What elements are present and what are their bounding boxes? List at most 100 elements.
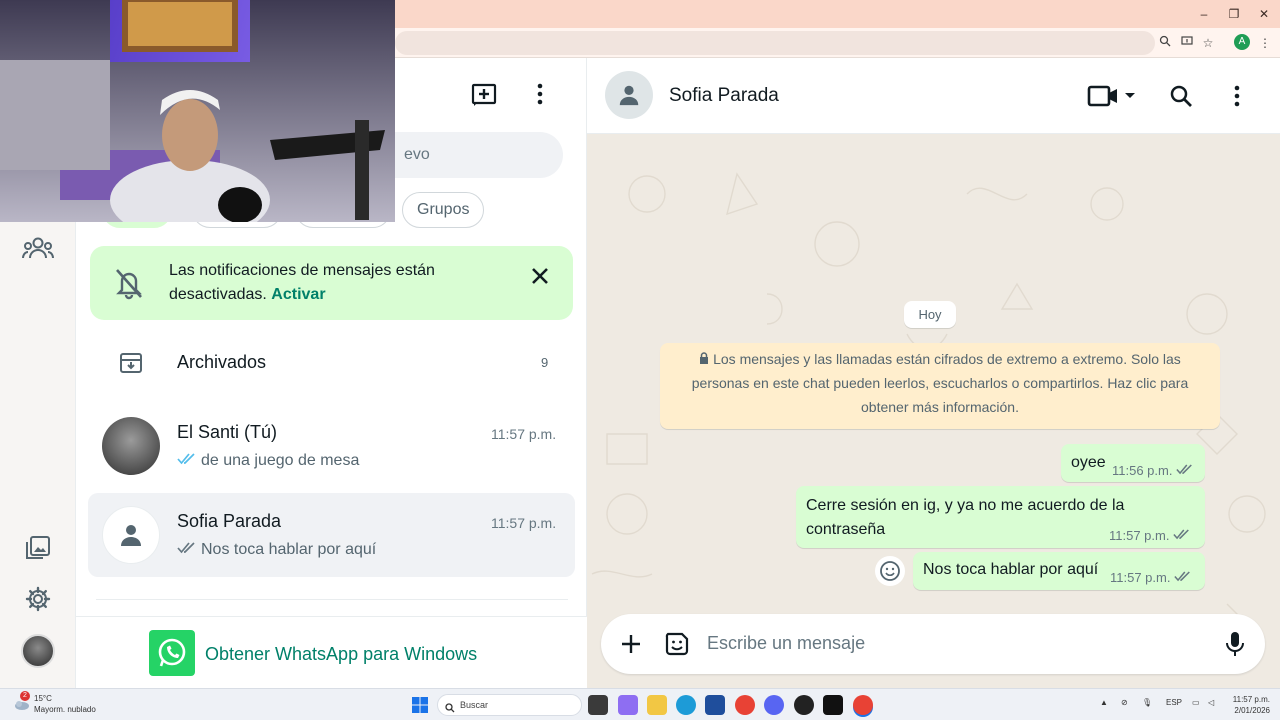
contact-avatar[interactable] bbox=[605, 71, 653, 119]
encryption-notice-text: Los mensajes y las llamadas están cifrad… bbox=[691, 351, 1189, 415]
tiktok-icon[interactable] bbox=[823, 695, 843, 715]
chat-list-menu-icon[interactable] bbox=[532, 80, 548, 108]
chat-time: 11:57 p.m. bbox=[491, 515, 557, 531]
display-icon[interactable]: ▭ bbox=[1192, 698, 1200, 707]
close-window-button[interactable]: ✕ bbox=[1249, 4, 1279, 24]
sticker-emoji-icon[interactable] bbox=[663, 630, 691, 658]
archived-chats-row[interactable]: Archivados 9 bbox=[76, 338, 587, 388]
communities-icon[interactable] bbox=[20, 230, 56, 266]
filter-chip-groups[interactable]: Grupos bbox=[402, 192, 485, 228]
message-bubble-outgoing[interactable]: oyee 11:56 p.m. bbox=[1061, 444, 1205, 482]
start-menu-icon[interactable] bbox=[410, 695, 430, 715]
browser-menu-icon[interactable]: ⋮ bbox=[1256, 34, 1274, 52]
chat-list-item[interactable]: Sofia Parada 11:57 p.m. Nos toca hablar … bbox=[88, 493, 575, 577]
taskbar-clock[interactable]: 11:57 p.m. 2/01/2026 bbox=[1226, 694, 1270, 716]
message-text: Nos toca hablar por aquí bbox=[923, 561, 1099, 578]
attach-plus-icon[interactable] bbox=[617, 630, 645, 658]
settings-gear-icon[interactable] bbox=[20, 581, 56, 617]
file-explorer-icon[interactable] bbox=[647, 695, 667, 715]
close-icon[interactable] bbox=[528, 264, 552, 288]
zoom-icon[interactable] bbox=[1156, 34, 1174, 52]
taskbar-search[interactable]: Buscar bbox=[437, 694, 582, 716]
get-windows-app-banner[interactable]: Obtener WhatsApp para Windows bbox=[76, 616, 587, 688]
weather-badge: 2 bbox=[20, 691, 30, 701]
taskbar-search-icon bbox=[445, 700, 455, 718]
clock-time: 11:57 p.m. bbox=[1232, 695, 1270, 704]
message-time: 11:56 p.m. bbox=[1112, 463, 1173, 478]
discord-icon[interactable] bbox=[764, 695, 784, 715]
avatar bbox=[102, 417, 160, 475]
search-placeholder-text: evo bbox=[404, 146, 430, 163]
chat-preview: de una juego de mesa bbox=[177, 452, 359, 470]
maximize-button[interactable]: ❐ bbox=[1219, 4, 1249, 24]
activate-notifications-link[interactable]: Activar bbox=[271, 286, 325, 303]
message-bubble-outgoing[interactable]: Cerre sesión en ig, y ya no me acuerdo d… bbox=[796, 486, 1205, 548]
chat-name: Sofia Parada bbox=[177, 511, 282, 531]
network-icon[interactable]: ⊘ bbox=[1121, 698, 1128, 707]
message-meta: 11:57 p.m. bbox=[1109, 528, 1191, 543]
weather-temperature: 15°C bbox=[34, 694, 52, 703]
chat-preview: Nos toca hablar por aquí bbox=[177, 541, 376, 559]
message-time: 11:57 p.m. bbox=[1110, 570, 1171, 585]
task-view-icon[interactable] bbox=[588, 695, 608, 715]
clock-date: 2/01/2026 bbox=[1234, 706, 1270, 715]
video-call-icon[interactable] bbox=[1087, 80, 1135, 112]
install-app-icon[interactable] bbox=[1178, 34, 1196, 52]
weather-description: Mayorm. nublado bbox=[34, 705, 96, 714]
get-app-link[interactable]: Obtener WhatsApp para Windows bbox=[205, 644, 477, 665]
message-bubble-outgoing[interactable]: Nos toca hablar por aquí 11:57 p.m. bbox=[913, 552, 1205, 590]
list-divider bbox=[96, 599, 568, 600]
microphone-icon[interactable] bbox=[1221, 630, 1249, 658]
new-chat-icon[interactable] bbox=[470, 80, 498, 108]
archived-label: Archivados bbox=[177, 352, 267, 372]
minimize-button[interactable]: – bbox=[1189, 4, 1219, 24]
double-check-read-icon bbox=[177, 452, 197, 470]
contact-name[interactable]: Sofia Parada bbox=[669, 85, 779, 107]
bell-off-icon bbox=[112, 266, 146, 300]
store-icon[interactable] bbox=[705, 695, 725, 715]
chrome-active-icon[interactable] bbox=[853, 695, 873, 715]
taskbar-search-label: Buscar bbox=[460, 700, 489, 710]
github-icon[interactable] bbox=[794, 695, 814, 715]
emoji-react-button[interactable] bbox=[875, 556, 905, 586]
conversation-header: Sofia Parada bbox=[587, 58, 1280, 134]
webcam-video-image bbox=[0, 0, 395, 222]
chat-list-item[interactable]: El Santi (Tú) 11:57 p.m. de una juego de… bbox=[88, 404, 575, 488]
windows-taskbar: 15°C Mayorm. nublado 2 Buscar ▲ ⊘ 🎙 ESP … bbox=[0, 688, 1280, 720]
double-check-icon bbox=[177, 541, 197, 559]
weather-widget[interactable]: 15°C Mayorm. nublado bbox=[34, 693, 96, 715]
webcam-overlay bbox=[0, 0, 395, 222]
message-time: 11:57 p.m. bbox=[1109, 528, 1170, 543]
user-profile-avatar[interactable] bbox=[21, 634, 55, 668]
encryption-notice[interactable]: Los mensajes y las llamadas están cifrad… bbox=[660, 343, 1220, 429]
address-bar[interactable] bbox=[395, 31, 1155, 55]
chat-preview-text: Nos toca hablar por aquí bbox=[201, 541, 377, 558]
copilot-icon[interactable] bbox=[618, 695, 638, 715]
conversation-menu-icon[interactable] bbox=[1229, 80, 1245, 112]
message-text: oyee bbox=[1071, 454, 1106, 471]
double-check-icon bbox=[1174, 570, 1192, 585]
chrome-icon[interactable] bbox=[735, 695, 755, 715]
media-icon[interactable] bbox=[20, 530, 56, 566]
tray-overflow-icon[interactable]: ▲ bbox=[1100, 698, 1108, 707]
lock-icon bbox=[699, 351, 713, 367]
chat-time: 11:57 p.m. bbox=[491, 426, 557, 442]
whatsapp-logo-icon bbox=[149, 630, 195, 676]
chat-preview-text: de una juego de mesa bbox=[201, 452, 360, 469]
notifications-disabled-banner: Las notificaciones de mensajes están des… bbox=[90, 246, 573, 320]
profile-avatar[interactable]: A bbox=[1234, 34, 1250, 50]
message-meta: 11:56 p.m. bbox=[1112, 463, 1194, 478]
language-indicator[interactable]: ESP bbox=[1166, 698, 1182, 707]
message-composer bbox=[601, 614, 1265, 674]
search-icon[interactable] bbox=[1167, 80, 1195, 112]
volume-icon[interactable]: ◁ bbox=[1208, 698, 1214, 707]
date-separator: Hoy bbox=[904, 301, 956, 328]
archived-count: 9 bbox=[541, 355, 549, 370]
edge-browser-icon[interactable] bbox=[676, 695, 696, 715]
avatar bbox=[102, 506, 160, 564]
conversation-panel: Sofia Parada Hoy Los mensajes y las llam… bbox=[587, 58, 1280, 688]
message-meta: 11:57 p.m. bbox=[1110, 570, 1192, 585]
microphone-tray-icon[interactable]: 🎙 bbox=[1142, 698, 1152, 707]
message-input[interactable] bbox=[707, 633, 1187, 654]
bookmark-star-icon[interactable]: ☆ bbox=[1199, 34, 1217, 52]
